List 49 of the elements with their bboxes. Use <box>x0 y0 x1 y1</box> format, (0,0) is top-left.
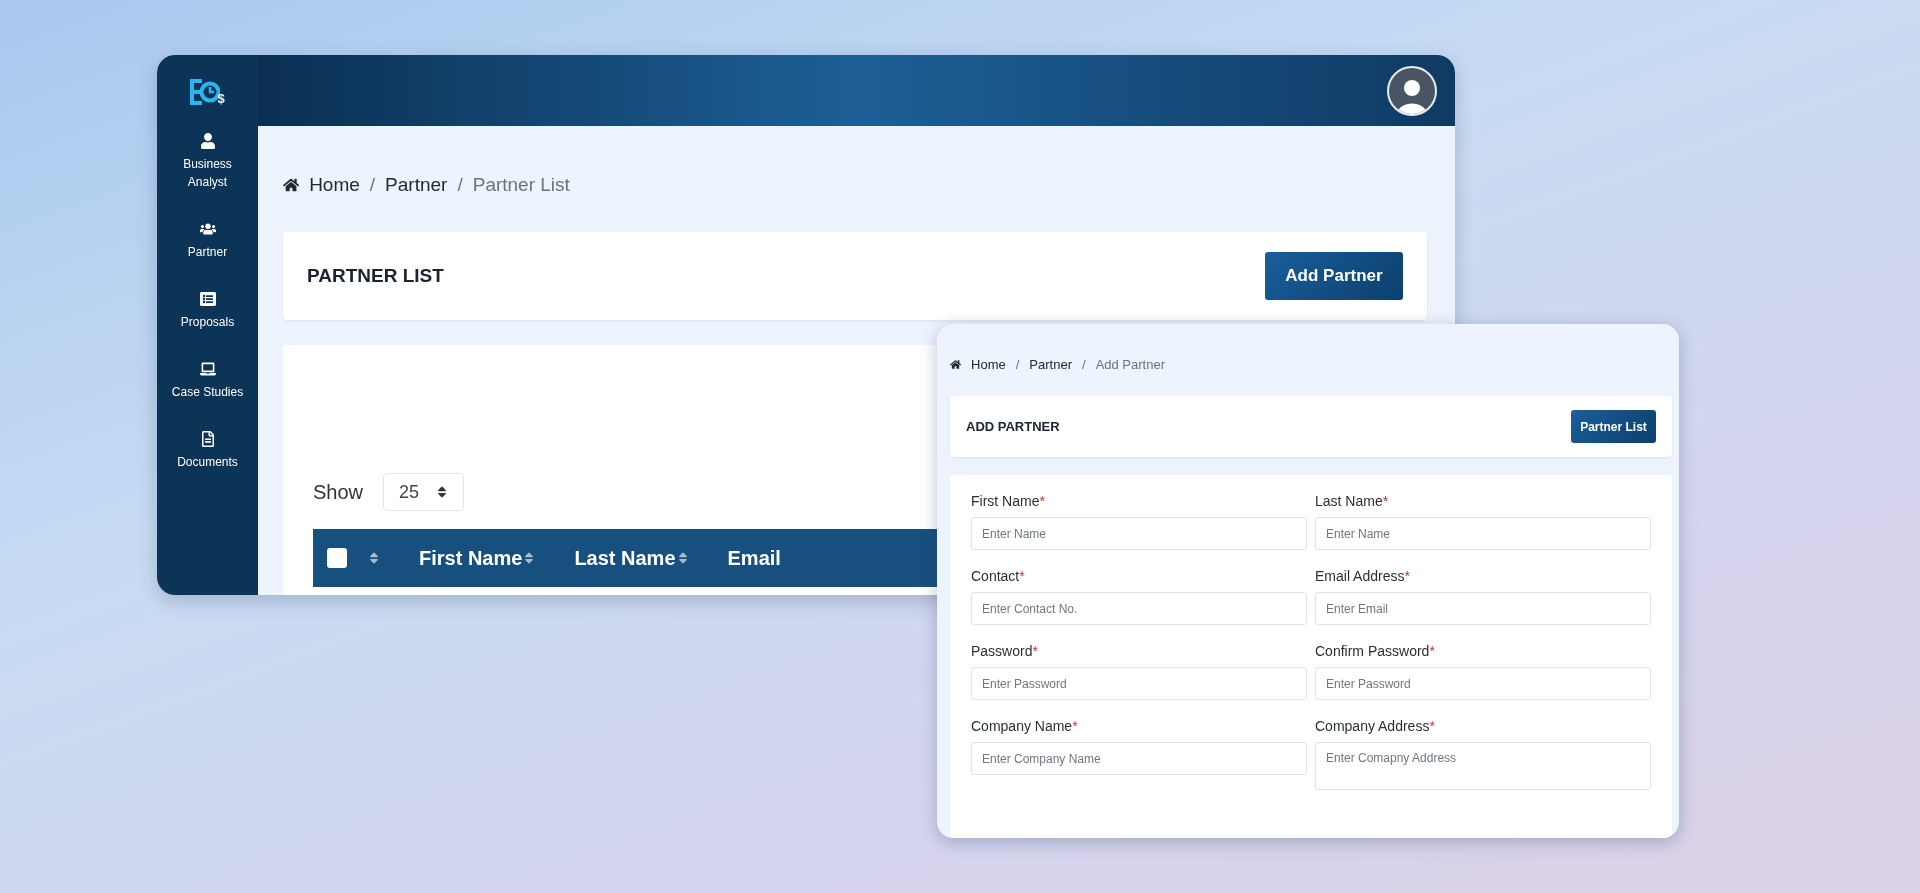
input-field[interactable]: Enter Contact No. <box>971 592 1307 625</box>
input-field[interactable]: Enter Password <box>1315 667 1651 700</box>
avatar-icon[interactable] <box>1387 65 1437 116</box>
field-label: Contact* <box>971 568 1026 584</box>
breadcrumb-link[interactable]: Partner <box>1029 357 1072 372</box>
nav-icon <box>199 431 216 447</box>
column-header[interactable]: Last Name <box>574 546 676 570</box>
breadcrumb-separator: / <box>369 174 376 196</box>
page-size-select[interactable]: 25 <box>383 473 465 511</box>
sidebar-item[interactable]: Business Analyst <box>162 133 253 191</box>
nav-icon <box>199 291 216 307</box>
field-label: Password* <box>971 643 1039 659</box>
input-field[interactable]: Enter Name <box>971 517 1307 550</box>
input-field[interactable]: Enter Name <box>1315 517 1651 550</box>
input-field[interactable]: Enter Email <box>1315 592 1651 625</box>
input-field[interactable]: Enter Company Name <box>971 742 1307 775</box>
breadcrumb-separator: / <box>457 174 463 196</box>
sidebar-item[interactable]: Documents <box>162 431 253 471</box>
page-title: ADD PARTNER <box>966 419 1060 434</box>
field-label: Company Address* <box>1315 718 1436 734</box>
add-partner-button[interactable]: Add Partner <box>1265 252 1403 300</box>
breadcrumb-link[interactable]: Home <box>971 357 1006 372</box>
field-label: Company Name* <box>971 718 1079 734</box>
page-title: PARTNER LIST <box>307 265 444 287</box>
show-label: Show <box>313 480 364 504</box>
nav-icon <box>199 133 216 149</box>
breadcrumb-separator: / <box>1082 357 1086 372</box>
breadcrumb-link[interactable]: Partner <box>385 174 448 196</box>
breadcrumb-separator: / <box>1015 357 1020 372</box>
column-header[interactable]: First Name <box>419 546 523 570</box>
select-all-checkbox[interactable] <box>327 548 347 568</box>
logo-mark: $ <box>217 92 225 105</box>
sidebar-item[interactable]: Partner <box>162 221 253 261</box>
nav-icon <box>199 361 216 377</box>
home-icon <box>283 176 300 194</box>
sidebar-item[interactable]: Case Studies <box>162 361 253 401</box>
column-header[interactable]: Email <box>727 546 781 570</box>
partner-list-button[interactable]: Partner List <box>1571 410 1656 443</box>
field-label: First Name* <box>971 493 1046 509</box>
breadcrumb-link[interactable]: Home <box>309 174 360 196</box>
textarea-field[interactable]: Enter Comapny Address <box>1315 742 1651 790</box>
input-field[interactable]: Enter Password <box>971 667 1307 700</box>
field-label: Last Name* <box>1315 493 1390 509</box>
nav-icon <box>199 221 216 237</box>
field-label: Email Address* <box>1315 568 1411 584</box>
sidebar-item[interactable]: Proposals <box>162 291 253 331</box>
field-label: Confirm Password* <box>1315 643 1436 659</box>
sort-icon[interactable] <box>367 551 381 565</box>
home-icon <box>950 358 962 370</box>
